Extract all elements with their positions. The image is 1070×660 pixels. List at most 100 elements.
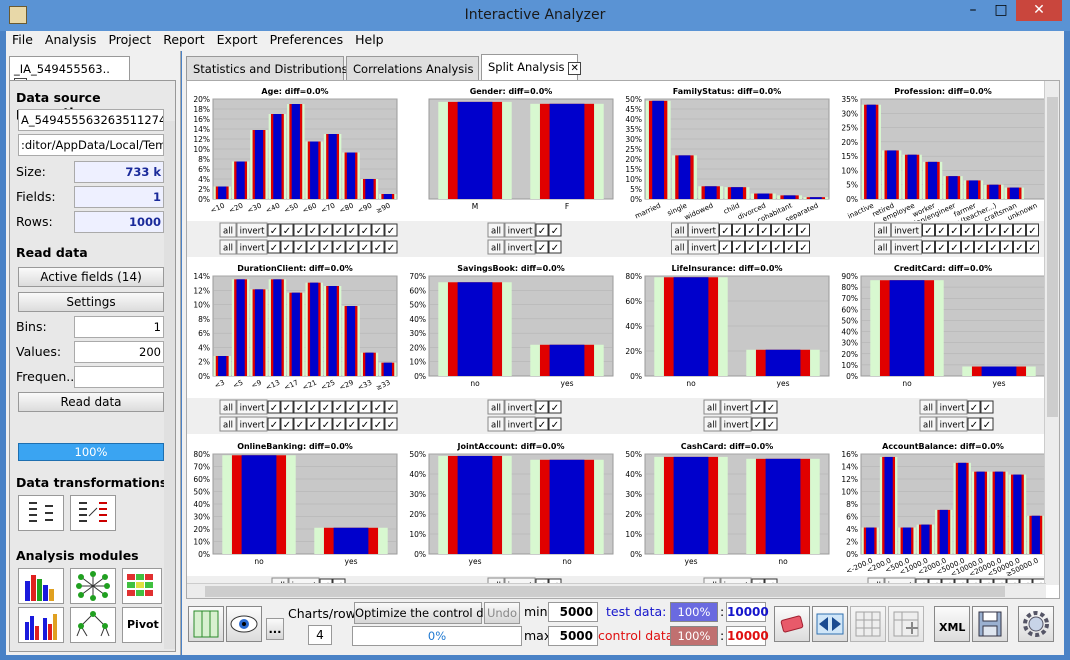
- y-tick-label: 0%: [198, 195, 210, 204]
- frequency-input[interactable]: [74, 366, 164, 388]
- y-tick-label: 80%: [193, 450, 210, 459]
- settings-gear-icon[interactable]: [1018, 606, 1054, 642]
- undo-button[interactable]: Undo: [484, 602, 520, 624]
- charts-per-row-input[interactable]: 4: [308, 625, 332, 645]
- menu-report[interactable]: Report: [157, 31, 210, 48]
- tab-split-analysis[interactable]: Split Analysis ✕: [481, 54, 582, 81]
- x-tick-label: F: [565, 202, 569, 211]
- more-options-button[interactable]: ...: [266, 618, 284, 640]
- y-tick-label: 0%: [198, 550, 210, 559]
- y-tick-label: 20%: [193, 95, 210, 104]
- tab-correlations[interactable]: Correlations Analysis ✕: [346, 56, 493, 80]
- checkmark-icon: ✓: [551, 243, 559, 254]
- view-eye-icon[interactable]: [226, 606, 262, 642]
- y-tick-label: 25%: [841, 124, 858, 133]
- module-heatmap-icon[interactable]: [122, 568, 162, 604]
- invert-button-label: invert: [894, 244, 920, 254]
- menu-project[interactable]: Project: [102, 31, 157, 48]
- module-split-icon[interactable]: [18, 607, 64, 643]
- y-tick-label: 6%: [846, 513, 858, 522]
- main-panel: Statistics and Distributions ✕ Correlati…: [182, 51, 1064, 655]
- vertical-scroll-thumb[interactable]: [1047, 97, 1058, 417]
- menu-export[interactable]: Export: [211, 31, 264, 48]
- filename-field[interactable]: A_5494555632635112748.tx: [18, 109, 164, 131]
- menu-analysis[interactable]: Analysis: [39, 31, 103, 48]
- horizontal-scrollbar[interactable]: [187, 583, 1046, 598]
- checkmark-icon: ✓: [296, 403, 304, 414]
- module-statistics-icon[interactable]: [18, 568, 64, 604]
- transform-recode-icon[interactable]: [70, 495, 116, 531]
- checkmark-icon: ✓: [754, 403, 762, 414]
- y-tick-label: 45%: [625, 105, 642, 114]
- module-pivot-icon[interactable]: Pivot: [122, 607, 162, 643]
- tab-statistics[interactable]: Statistics and Distributions ✕: [186, 56, 367, 80]
- active-fields-button[interactable]: Active fields (14): [18, 267, 164, 287]
- eraser-icon[interactable]: [774, 606, 810, 642]
- xml-export-icon[interactable]: XML: [934, 606, 970, 642]
- checkmark-icon: ✓: [538, 403, 546, 414]
- y-tick-label: 6%: [198, 165, 210, 174]
- min-input[interactable]: 5000: [548, 602, 598, 622]
- maximize-icon[interactable]: □: [988, 0, 1014, 21]
- checkmark-icon: ✓: [970, 420, 978, 431]
- close-tab-icon[interactable]: ✕: [568, 62, 582, 75]
- charts-canvas: Age: diff=0.0%0%2%4%6%8%10%12%14%16%18%2…: [187, 87, 1046, 585]
- module-correlations-icon[interactable]: [70, 568, 116, 604]
- data-source-tab[interactable]: _IA_549455563.. ✕: [9, 56, 130, 91]
- fields-value: 1: [74, 186, 164, 208]
- y-tick-label: 60%: [841, 305, 858, 314]
- table-add-icon[interactable]: [850, 606, 886, 642]
- vertical-scrollbar[interactable]: [1044, 81, 1059, 585]
- y-tick-label: 0%: [414, 372, 426, 381]
- values-input[interactable]: 200: [74, 341, 164, 363]
- save-icon[interactable]: [972, 606, 1008, 642]
- layout-columns-icon[interactable]: [188, 606, 224, 642]
- left-panel-scrollbar[interactable]: [164, 121, 175, 649]
- chart-title: DurationClient: diff=0.0%: [237, 264, 353, 273]
- swap-arrows-icon[interactable]: [812, 606, 848, 642]
- checkmark-icon: ✓: [335, 420, 343, 431]
- checkmark-icon: ✓: [747, 226, 755, 237]
- checkmark-icon: ✓: [767, 420, 775, 431]
- checkmark-icon: ✓: [361, 243, 369, 254]
- chart-10: CashCard: diff=0.0% 0% 10% 20% 30% 40% 50% yes n…: [619, 442, 835, 585]
- bins-input[interactable]: 1: [74, 316, 164, 338]
- module-tree-icon[interactable]: [70, 607, 116, 643]
- checkmark-icon: ✓: [322, 420, 330, 431]
- bar-test: [652, 100, 665, 199]
- menu-preferences[interactable]: Preferences: [264, 31, 350, 48]
- x-tick-label: <9: [250, 379, 263, 391]
- optimize-button[interactable]: Optimize the control data:: [354, 602, 506, 624]
- checkmark-icon: ✓: [754, 420, 762, 431]
- settings-button[interactable]: Settings: [18, 292, 164, 312]
- checkmark-icon: ✓: [387, 243, 395, 254]
- path-field[interactable]: :ditor/AppData/Local/Tem: [18, 134, 164, 156]
- y-tick-label: 8%: [198, 315, 210, 324]
- checkmark-icon: ✓: [1028, 243, 1036, 254]
- read-data-button[interactable]: Read data: [18, 392, 164, 412]
- y-tick-label: 15%: [625, 165, 642, 174]
- transform-list-icon[interactable]: [18, 495, 64, 531]
- invert-button-label: invert: [240, 227, 266, 237]
- max-input[interactable]: 5000: [548, 626, 598, 646]
- xml-label: XML: [939, 621, 966, 634]
- y-tick-label: 12%: [193, 286, 210, 295]
- filter-row: all invert ✓ ✓ ✓ ✓ ✓ ✓ ✓ ✓ ✓: [874, 239, 1039, 255]
- x-tick-label: <80: [338, 202, 355, 215]
- minimize-icon[interactable]: –: [960, 0, 986, 21]
- bar-test: [907, 154, 917, 199]
- horizontal-scroll-thumb[interactable]: [205, 586, 1005, 597]
- checkmark-icon: ✓: [950, 226, 958, 237]
- filter-row: all invert ✓ ✓ ✓ ✓ ✓ ✓ ✓ ✓ ✓ ✓: [219, 399, 398, 415]
- menu-help[interactable]: Help: [349, 31, 390, 48]
- y-tick-label: 30%: [625, 490, 642, 499]
- x-tick-label: <13: [264, 379, 281, 392]
- test-data-percent: 100%: [670, 602, 718, 622]
- menu-file[interactable]: File: [6, 31, 39, 48]
- chart-7: CreditCard: diff=0.0% 0% 10% 20% 30% 40% 50% 60…: [835, 264, 1046, 434]
- y-tick-label: 10%: [625, 175, 642, 184]
- close-icon[interactable]: ✕: [1016, 0, 1062, 21]
- chart-title: JointAccount: diff=0.0%: [457, 442, 565, 451]
- bar-test: [673, 277, 709, 376]
- table-expand-icon[interactable]: [888, 606, 924, 642]
